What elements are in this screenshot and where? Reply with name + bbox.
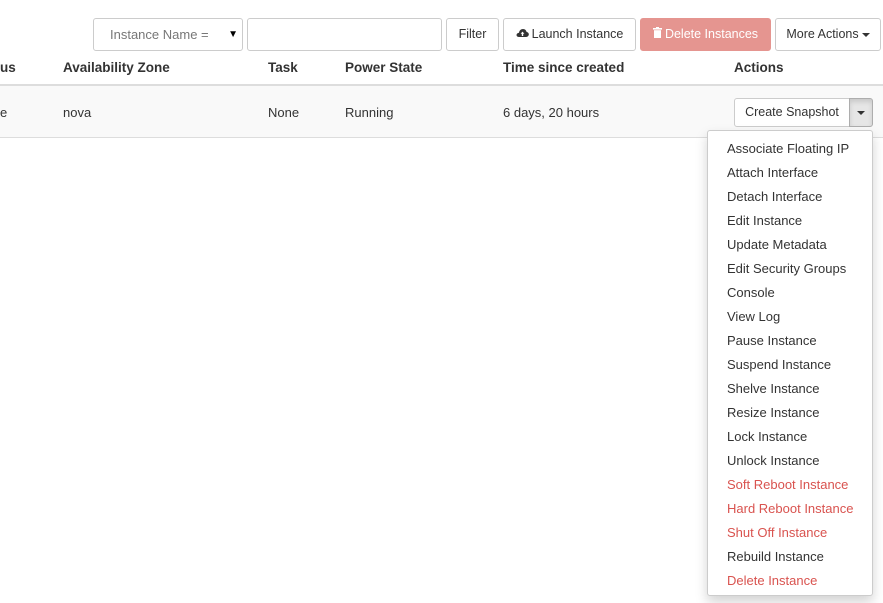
trash-icon: [652, 19, 662, 50]
menu-item-shut-off-instance[interactable]: Shut Off Instance: [727, 525, 827, 541]
menu-item-delete-instance[interactable]: Delete Instance: [727, 573, 817, 589]
caret-down-icon: ▼: [228, 29, 238, 40]
menu-item-detach-interface[interactable]: Detach Interface: [727, 189, 822, 205]
cell-availability-zone: nova: [63, 105, 92, 120]
menu-item-edit-instance[interactable]: Edit Instance: [727, 213, 802, 229]
menu-item-unlock-instance[interactable]: Unlock Instance: [727, 453, 820, 469]
more-actions-button[interactable]: More Actions: [775, 18, 881, 51]
menu-item-pause-instance[interactable]: Pause Instance: [727, 333, 817, 349]
cell-power-state: Running: [345, 105, 394, 120]
column-header-task[interactable]: Task: [268, 60, 298, 75]
filter-input[interactable]: [247, 18, 442, 51]
menu-item-attach-interface[interactable]: Attach Interface: [727, 165, 818, 181]
create-snapshot-button[interactable]: Create Snapshot: [734, 98, 850, 127]
cloud-upload-icon: [516, 19, 529, 50]
column-header-time-since-created[interactable]: Time since created: [503, 60, 624, 75]
more-actions-label: More Actions: [786, 27, 859, 41]
create-snapshot-label: Create Snapshot: [745, 105, 839, 119]
menu-item-suspend-instance[interactable]: Suspend Instance: [727, 357, 831, 373]
cell-task: None: [268, 105, 300, 120]
launch-instance-label: Launch Instance: [531, 27, 624, 41]
cell-status: e: [0, 105, 8, 120]
delete-instances-button[interactable]: Delete Instances: [640, 18, 771, 51]
filter-button[interactable]: Filter: [446, 18, 499, 51]
filter-field-select[interactable]: Instance Name = ▼: [93, 18, 243, 51]
launch-instance-button[interactable]: Launch Instance: [503, 18, 636, 51]
menu-item-update-metadata[interactable]: Update Metadata: [727, 237, 827, 253]
menu-item-rebuild-instance[interactable]: Rebuild Instance: [727, 549, 824, 565]
column-header-actions: Actions: [734, 60, 784, 75]
column-header-status[interactable]: us: [0, 60, 16, 75]
row-actions-menu: Associate Floating IP Attach Interface D…: [707, 130, 873, 596]
menu-item-view-log[interactable]: View Log: [727, 309, 780, 325]
menu-item-resize-instance[interactable]: Resize Instance: [727, 405, 820, 421]
column-header-availability-zone[interactable]: Availability Zone: [63, 60, 170, 75]
filter-button-label: Filter: [458, 27, 487, 41]
menu-item-edit-security-groups[interactable]: Edit Security Groups: [727, 261, 846, 277]
cell-time-since-created: 6 days, 20 hours: [503, 105, 600, 120]
menu-item-console[interactable]: Console: [727, 285, 775, 301]
column-header-power-state[interactable]: Power State: [345, 60, 422, 75]
delete-instances-label: Delete Instances: [664, 27, 759, 41]
caret-down-icon: [857, 111, 865, 115]
filter-field-label: Instance Name =: [110, 27, 209, 42]
menu-item-lock-instance[interactable]: Lock Instance: [727, 429, 807, 445]
caret-down-icon: [861, 32, 870, 37]
row-actions-toggle[interactable]: [849, 98, 873, 127]
menu-item-hard-reboot-instance[interactable]: Hard Reboot Instance: [727, 501, 853, 517]
menu-item-shelve-instance[interactable]: Shelve Instance: [727, 381, 820, 397]
menu-item-soft-reboot-instance[interactable]: Soft Reboot Instance: [727, 477, 848, 493]
menu-item-associate-floating-ip[interactable]: Associate Floating IP: [727, 141, 849, 157]
